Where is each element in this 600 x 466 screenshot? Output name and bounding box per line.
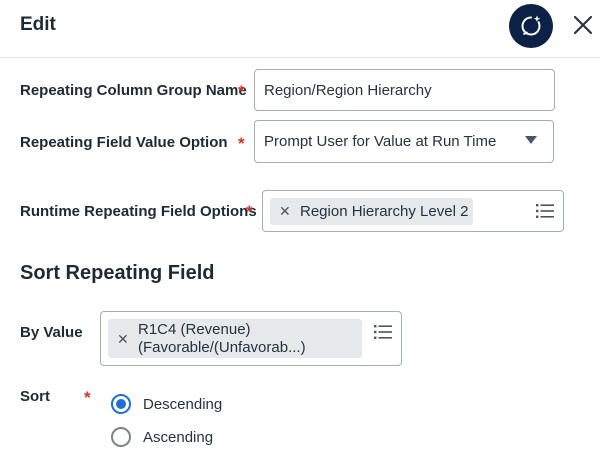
runtime-options-label: Runtime Repeating Field Options	[20, 203, 257, 220]
value-option-value: Prompt User for Value at Run Time	[264, 133, 497, 150]
assistant-button[interactable]	[509, 4, 553, 48]
group-name-value: Region/Region Hierarchy	[264, 81, 432, 99]
section-title: Sort Repeating Field	[20, 262, 215, 284]
group-name-input[interactable]: Region/Region Hierarchy	[254, 69, 555, 111]
runtime-options-multiselect[interactable]: ✕ Region Hierarchy Level 2	[262, 190, 564, 232]
chevron-down-icon	[525, 136, 537, 144]
required-marker: *	[238, 82, 245, 101]
dialog-title: Edit	[20, 14, 56, 35]
sparkle-chat-icon	[521, 15, 541, 36]
selected-pill: ✕ R1C4 (Revenue) (Favorable/(Unfavorab..…	[108, 319, 362, 358]
radio-descending-label: Descending	[143, 396, 223, 413]
by-value-label: By Value	[20, 324, 83, 341]
x-icon[interactable]: ✕	[279, 203, 291, 220]
group-name-label: Repeating Column Group Name	[20, 82, 247, 99]
required-marker: *	[246, 202, 253, 221]
selected-pill-label: Region Hierarchy Level 2	[300, 203, 469, 220]
by-value-multiselect[interactable]: ✕ R1C4 (Revenue) (Favorable/(Unfavorab..…	[100, 311, 402, 366]
value-option-select[interactable]: Prompt User for Value at Run Time	[254, 120, 554, 163]
selected-pill-label-line2: (Favorable/(Unfavorab...)	[138, 339, 306, 356]
radio-ascending-label: Ascending	[143, 429, 214, 446]
close-button[interactable]	[570, 12, 596, 38]
x-icon[interactable]: ✕	[117, 331, 129, 348]
selected-pill-label-line1: R1C4 (Revenue)	[138, 321, 251, 338]
value-option-label: Repeating Field Value Option	[20, 134, 228, 151]
close-icon	[573, 15, 593, 35]
dialog-header: Edit	[0, 0, 600, 58]
list-icon[interactable]	[536, 204, 554, 218]
required-marker: *	[84, 388, 91, 407]
radio-descending[interactable]	[111, 394, 131, 414]
radio-ascending[interactable]	[111, 427, 131, 447]
sort-label: Sort	[20, 388, 50, 405]
list-icon[interactable]	[374, 325, 392, 339]
selected-pill: ✕ Region Hierarchy Level 2	[270, 198, 473, 225]
required-marker: *	[238, 134, 245, 153]
